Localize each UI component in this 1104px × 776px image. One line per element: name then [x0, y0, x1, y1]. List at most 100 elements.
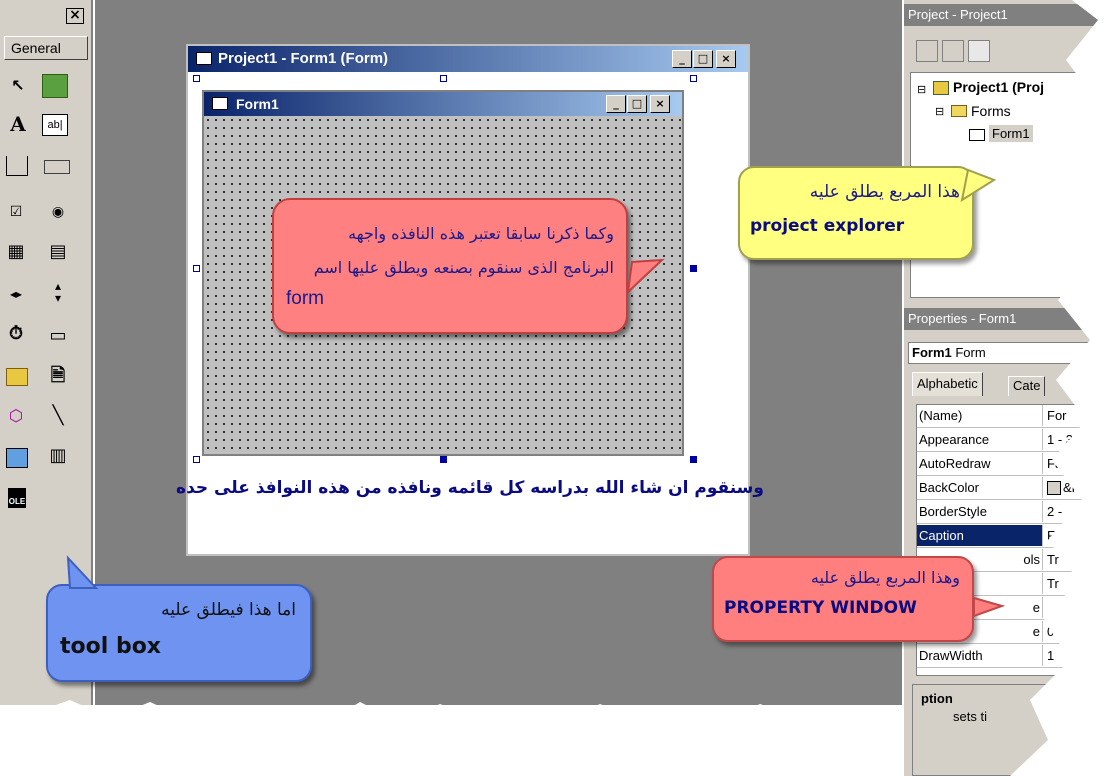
object-selector[interactable]: Form1 Form [908, 342, 1104, 364]
form-icon [969, 129, 985, 141]
project-explorer-title: Project - Project1 [904, 4, 1104, 26]
textbox-tool-icon[interactable]: ab| [42, 114, 68, 136]
property-row[interactable]: (Name) For [917, 405, 1104, 428]
property-name: DrawWidth [917, 645, 1043, 666]
toolbox-close-button[interactable]: × [66, 8, 84, 24]
timer-tool-icon[interactable]: ⏱ [4, 322, 28, 346]
property-value[interactable]: F [1045, 525, 1104, 546]
form1-close-button[interactable]: × [650, 95, 670, 113]
property-row[interactable]: DrawWidth 1 [917, 645, 1104, 668]
filelistbox-tool-icon[interactable]: 🗎 [46, 364, 70, 388]
property-value[interactable]: Tr [1045, 573, 1104, 594]
resize-handle-s[interactable] [440, 456, 447, 463]
property-callout: وهذا المربع يطلق عليه PROPERTY WINDOW [712, 556, 974, 642]
tree-forms-node[interactable]: Forms [971, 103, 1011, 119]
listbox-tool-icon[interactable]: ▤ [46, 240, 70, 264]
form-window-icon [196, 52, 212, 65]
combobox-tool-icon[interactable]: ▦ [4, 240, 28, 264]
data-tool-icon[interactable]: ▥ [46, 444, 70, 468]
property-name: (Name) [917, 405, 1043, 426]
folder-icon [951, 105, 967, 117]
toolbox-callout-en: tool box [60, 634, 161, 659]
project-icon [933, 81, 949, 95]
explorer-callout: هذا المربع يطلق عليه project explorer [738, 166, 974, 260]
property-value[interactable]: False [1045, 453, 1104, 474]
resize-handle-e[interactable] [690, 265, 697, 272]
toolbox-general-tab[interactable]: General [4, 36, 88, 60]
properties-panel: Properties - Form1 Form1 Form Alphabetic… [904, 300, 1104, 776]
picturebox-tool-icon[interactable] [42, 74, 68, 98]
property-description: ption sets ti [912, 684, 1104, 776]
pointer-tool-icon[interactable]: ↖ [6, 74, 30, 98]
property-value[interactable]: 0 [1045, 621, 1104, 642]
designer-title-bar[interactable]: Project1 - Form1 (Form) [188, 46, 748, 72]
tree-form1-node[interactable]: Form1 [989, 125, 1033, 142]
form1-maximize-button[interactable]: □ [627, 95, 647, 113]
collapse-icon[interactable]: ⊟ [917, 83, 926, 96]
designer-minimize-button[interactable]: _ [672, 50, 692, 68]
explorer-callout-en: project explorer [750, 216, 905, 236]
collapse-icon[interactable]: ⊟ [935, 105, 944, 118]
resize-handle-w[interactable] [193, 265, 200, 272]
form-callout-line1: وكما ذكرنا سابقا تعتبر هذه النافذه واجهه [348, 224, 614, 243]
properties-title: Properties - Form1 [904, 308, 1104, 330]
resize-handle-nw[interactable] [193, 75, 200, 82]
property-row[interactable]: BorderStyle 2 - [917, 501, 1104, 524]
property-name: Appearance [917, 429, 1043, 450]
view-object-icon[interactable] [942, 40, 964, 62]
dirlistbox-tool-icon[interactable] [6, 368, 28, 386]
property-row[interactable]: Appearance 1 - 3D [917, 429, 1104, 452]
tab-categorized[interactable]: Cate [1008, 376, 1046, 396]
object-name: Form1 [912, 345, 952, 360]
tab-alphabetic[interactable]: Alphabetic [912, 372, 983, 396]
property-callout-en: PROPERTY WINDOW [724, 598, 917, 618]
resize-handle-n[interactable] [440, 75, 447, 82]
property-value[interactable]: 1 - 3D [1045, 429, 1104, 450]
description-title: ption [921, 691, 953, 706]
designer-close-button[interactable]: × [716, 50, 736, 68]
checkbox-tool-icon[interactable]: ☑ [4, 200, 28, 224]
resize-handle-sw[interactable] [193, 456, 200, 463]
commandbutton-tool-icon[interactable] [44, 160, 70, 174]
description-text: sets ti [953, 709, 987, 724]
form-callout-line2: البرنامج الذى سنقوم بصنعه ويطلق عليها اس… [313, 258, 614, 277]
hscrollbar-tool-icon[interactable]: ◂▸ [4, 282, 28, 306]
property-value[interactable] [1045, 597, 1104, 618]
form1-title: Form1 [236, 96, 279, 112]
toggle-folders-icon[interactable] [968, 40, 990, 62]
shape-tool-icon[interactable]: ⬡ [4, 404, 28, 428]
optionbutton-tool-icon[interactable]: ◉ [46, 200, 70, 224]
tree-project-node[interactable]: Project1 (Proj [953, 79, 1044, 95]
property-name: Caption [917, 525, 1043, 546]
form1-window-icon [212, 97, 228, 110]
property-value[interactable]: Tr [1045, 549, 1104, 570]
view-code-icon[interactable] [916, 40, 938, 62]
property-row[interactable]: AutoRedraw False [917, 453, 1104, 476]
property-row-selected[interactable]: Caption F [917, 525, 1104, 548]
frame-tool-icon[interactable] [6, 156, 28, 176]
designer-title: Project1 - Form1 (Form) [218, 50, 389, 67]
toolbox-callout-ar: اما هذا فيطلق عليه [161, 600, 296, 620]
explorer-callout-ar: هذا المربع يطلق عليه [809, 182, 960, 202]
property-name: BorderStyle [917, 501, 1043, 522]
form1-minimize-button[interactable]: _ [606, 95, 626, 113]
resize-handle-se[interactable] [690, 456, 697, 463]
property-name: AutoRedraw [917, 453, 1043, 474]
toolbox-callout: اما هذا فيطلق عليه tool box [46, 584, 312, 682]
property-value[interactable]: For [1045, 405, 1104, 426]
vscrollbar-tool-icon[interactable]: ▴ ▾ [46, 280, 70, 304]
label-tool-icon[interactable]: A [6, 112, 30, 136]
form-callout-line3: form [286, 288, 324, 309]
study-note-text: وسنقوم ان شاء الله بدراسه كل قائمه ونافذ… [176, 478, 764, 498]
designer-maximize-button[interactable]: □ [693, 50, 713, 68]
image-tool-icon[interactable] [6, 448, 28, 468]
color-swatch-icon [1047, 481, 1061, 495]
property-value[interactable]: 2 - [1045, 501, 1104, 522]
resize-handle-ne[interactable] [690, 75, 697, 82]
property-row[interactable]: BackColor &H [917, 477, 1104, 500]
object-type: Form [955, 345, 986, 360]
ole-tool-icon[interactable]: OLE [8, 488, 26, 508]
line-tool-icon[interactable]: ╲ [46, 404, 70, 428]
property-value[interactable]: 1 [1045, 645, 1104, 666]
drivelistbox-tool-icon[interactable]: ▭ [46, 324, 70, 348]
